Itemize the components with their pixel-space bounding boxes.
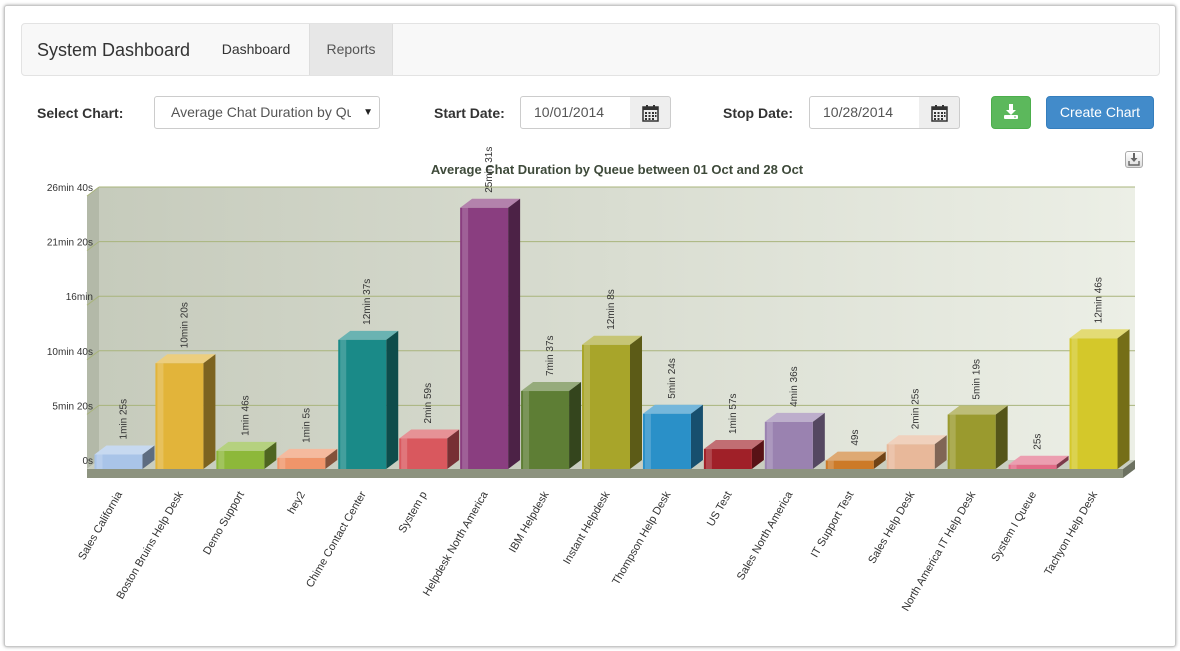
bar-highlight <box>644 413 651 469</box>
bar-side <box>812 412 825 469</box>
bar-side <box>995 405 1008 469</box>
bar-chart: Average Chat Duration by Queue between 0… <box>47 147 1135 613</box>
bar-highlight <box>1010 464 1017 469</box>
data-label: 25s <box>1033 434 1044 450</box>
bar-highlight <box>401 438 408 469</box>
bar-highlight <box>949 414 956 469</box>
data-label: 2min 59s <box>423 383 434 424</box>
x-tick-label: Chime Contact Center <box>304 489 369 590</box>
bar-side <box>569 382 582 469</box>
bar-highlight <box>218 450 225 469</box>
bar-highlight <box>340 339 347 469</box>
data-label: 5min 24s <box>667 358 678 399</box>
data-label: 7min 37s <box>545 335 556 376</box>
data-label: 5min 19s <box>972 359 983 400</box>
y-tick-label: 10min 40s <box>47 347 93 358</box>
x-tick-label: Sales California <box>76 489 125 562</box>
x-tick-label: Demo Support <box>201 490 247 557</box>
data-label: 1min 5s <box>301 408 312 443</box>
y-tick-label: 16min <box>66 292 93 303</box>
y-tick-label: 0s <box>82 456 93 467</box>
x-tick-label: Sales North America <box>735 489 796 583</box>
x-tick-label: Helpdesk North America <box>421 489 491 598</box>
plot-floor-front <box>87 469 1123 478</box>
data-label: 12min 46s <box>1094 277 1105 323</box>
y-tick-label: 5min 20s <box>52 401 93 412</box>
bar-highlight <box>523 391 530 469</box>
bar-highlight <box>584 344 590 469</box>
x-tick-label: North America IT Help Desk <box>900 489 979 613</box>
bar-side <box>630 335 642 469</box>
data-label: 12min 37s <box>362 279 373 325</box>
x-tick-label: US Test <box>705 490 735 529</box>
bar-highlight <box>827 460 834 469</box>
bar-highlight <box>279 457 286 469</box>
data-label: 12min 8s <box>606 289 617 330</box>
bar-side <box>1117 329 1130 469</box>
data-label: 1min 57s <box>728 393 739 434</box>
x-tick-label: Boston Bruins Help Desk <box>114 489 186 601</box>
plot-side-wall <box>87 187 99 469</box>
x-tick-label: IBM Helpdesk <box>507 489 552 555</box>
data-label: 1min 25s <box>118 399 129 440</box>
x-tick-label: hey2 <box>286 490 308 517</box>
chart-export-button[interactable] <box>1125 151 1143 168</box>
bar-highlight <box>1071 338 1078 469</box>
bar-highlight <box>462 207 469 469</box>
download-icon <box>1128 153 1140 166</box>
y-tick-label: 21min 20s <box>47 238 93 249</box>
x-tick-label: System I Queue <box>989 490 1039 564</box>
bar-side <box>203 354 216 469</box>
data-label: 2min 25s <box>911 389 922 430</box>
x-tick-label: Thompson Help Desk <box>610 489 674 587</box>
data-label: 49s <box>850 430 861 446</box>
data-label: 25min 31s <box>484 147 495 193</box>
bar-highlight <box>96 454 103 469</box>
x-tick-label: IT Support Test <box>809 490 856 560</box>
data-label: 4min 36s <box>789 366 800 407</box>
x-tick-label: Tachyon Help Desk <box>1042 489 1100 578</box>
bar-side <box>386 330 399 469</box>
data-label: 10min 20s <box>179 302 190 348</box>
y-tick-label: 26min 40s <box>47 183 93 194</box>
bar-side <box>508 198 521 469</box>
data-label: 1min 46s <box>240 395 251 436</box>
bar-highlight <box>888 444 895 469</box>
x-tick-label: Instant Helpdesk <box>561 489 613 566</box>
x-tick-label: Sales Help Desk <box>866 489 917 566</box>
bar-side <box>690 404 703 469</box>
bar-highlight <box>157 363 164 469</box>
x-tick-label: System p <box>396 490 429 536</box>
bar-highlight <box>705 449 712 469</box>
bar-highlight <box>766 421 773 469</box>
